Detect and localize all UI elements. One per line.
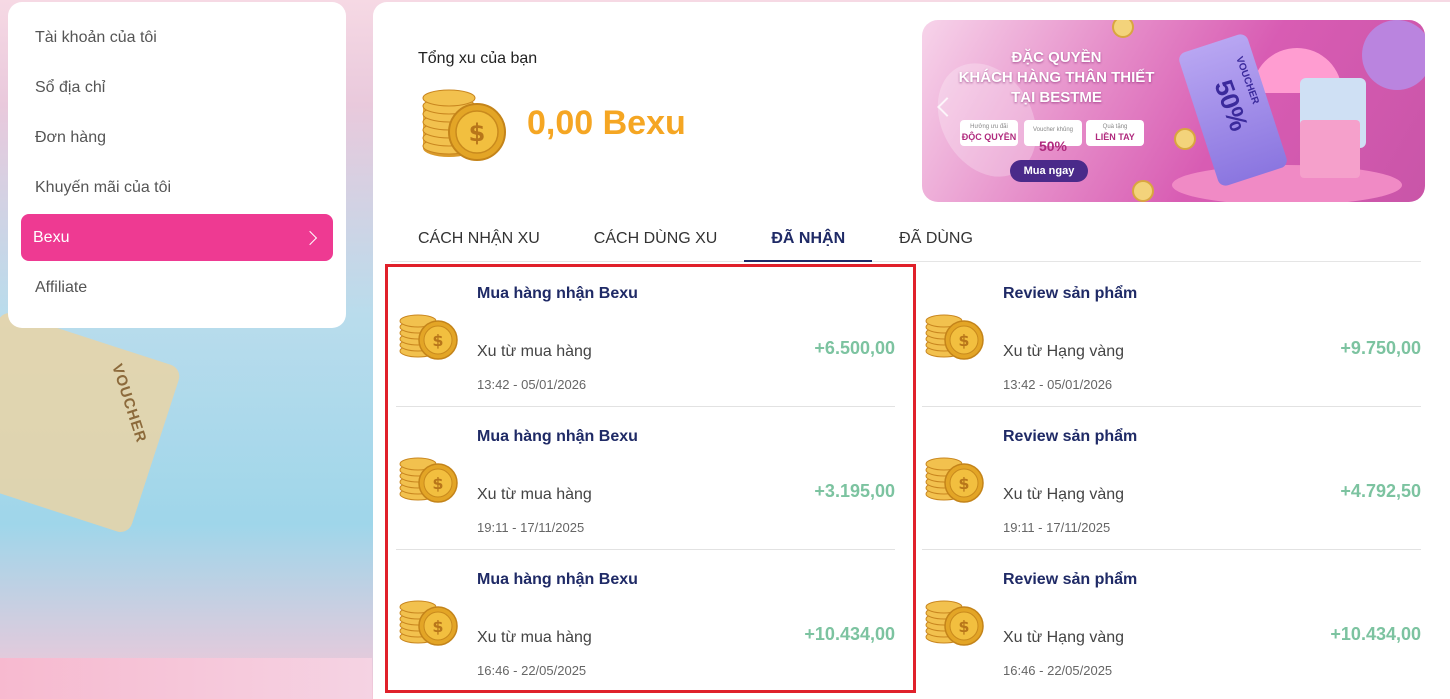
sidebar-item-promotions[interactable]: Khuyến mãi của tôi (21, 164, 333, 211)
history-item-source: Xu từ mua hàng (477, 343, 592, 360)
coin-stack-icon: $ (399, 600, 458, 646)
sidebar-item-label: Tài khoản của tôi (35, 28, 157, 46)
banner-badge-gift: Quà tặng LIỀN TAY (1086, 120, 1144, 146)
svg-text:$: $ (469, 119, 486, 147)
history-item-source: Xu từ Hạng vàng (1003, 486, 1125, 503)
history-item-title: Mua hàng nhận Bexu (477, 428, 638, 445)
main-panel: Tổng xu của bạn $ 0,00 Bexu VOUCHER 50% (373, 2, 1450, 699)
tab-used[interactable]: ĐÃ DÙNG (872, 220, 1000, 262)
history-item-timestamp: 16:46 - 22/05/2025 (477, 663, 587, 678)
history-column-purchases: $ Mua hàng nhận Bexu Xu từ mua hàng 13:4… (396, 264, 895, 693)
history-item: $ Mua hàng nhận Bexu Xu từ mua hàng 16:4… (396, 550, 895, 693)
history-item: $ Mua hàng nhận Bexu Xu từ mua hàng 19:1… (396, 407, 895, 550)
history-item-title: Mua hàng nhận Bexu (477, 571, 638, 588)
history-item-timestamp: 19:11 - 17/11/2025 (1003, 520, 1111, 535)
history-item-title: Mua hàng nhận Bexu (477, 285, 638, 302)
history-item-title: Review sản phẩm (1003, 571, 1138, 588)
background-voucher-decoration (0, 309, 183, 536)
background-strip (0, 658, 372, 699)
banner-headline: ĐẶC QUYỀN KHÁCH HÀNG THÂN THIẾT TẠI BEST… (944, 48, 1169, 108)
history-item: $ Review sản phẩm Xu từ Hạng vàng 13:42 … (922, 264, 1421, 407)
coin-stack-icon: $ (399, 314, 458, 360)
history-item-source: Xu từ Hạng vàng (1003, 343, 1125, 360)
coin-stack-icon: $ (399, 457, 458, 503)
tab-how-to-use[interactable]: CÁCH DÙNG XU (567, 220, 745, 262)
coin-stack-icon: $ (422, 89, 506, 161)
banner-badge-caption: Voucher khủng (1032, 127, 1074, 133)
history-item-timestamp: 19:11 - 17/11/2025 (477, 520, 585, 535)
history-item-amount: +9.750,00 (1340, 338, 1421, 358)
history-column-reviews: $ Review sản phẩm Xu từ Hạng vàng 13:42 … (922, 264, 1421, 693)
history-item: $ Review sản phẩm Xu từ Hạng vàng 19:11 … (922, 407, 1421, 550)
total-coins-label: Tổng xu của bạn (418, 50, 538, 67)
sidebar-item-affiliate[interactable]: Affiliate (21, 264, 333, 311)
history-item-source: Xu từ Hạng vàng (1003, 629, 1125, 646)
coin-icon (1132, 180, 1154, 202)
coin-stack-icon: $ (925, 600, 984, 646)
banner-badge-text: ĐỘC QUYỀN (961, 132, 1017, 142)
svg-text:$: $ (958, 331, 969, 350)
svg-text:$: $ (958, 474, 969, 493)
svg-text:$: $ (432, 331, 443, 350)
banner-ball-decoration (1362, 20, 1425, 90)
bexu-tabs: CÁCH NHẬN XU CÁCH DÙNG XU ĐÃ NHẬN ĐÃ DÙN… (391, 220, 1421, 262)
banner-headline-line: KHÁCH HÀNG THÂN THIẾT (958, 69, 1155, 86)
history-item-amount: +6.500,00 (814, 338, 895, 358)
banner-badge-text: 50% (1038, 138, 1068, 154)
banner-badge-caption: Hưởng ưu đãi (970, 124, 1008, 130)
history-item-title: Review sản phẩm (1003, 428, 1138, 445)
history-item-timestamp: 13:42 - 05/01/2026 (1003, 377, 1113, 392)
history-item-source: Xu từ mua hàng (477, 486, 592, 503)
history-item-title: Review sản phẩm (1003, 285, 1138, 302)
banner-badge-caption: Quà tặng (1102, 124, 1128, 130)
sidebar-item-orders[interactable]: Đơn hàng (21, 114, 333, 161)
sidebar-item-label: Sổ địa chỉ (35, 78, 106, 96)
sidebar-item-label: Đơn hàng (35, 128, 106, 146)
history-item-timestamp: 13:42 - 05/01/2026 (477, 377, 587, 392)
svg-text:$: $ (958, 617, 969, 636)
banner-headline-line: TẠI BESTME (1011, 89, 1102, 106)
banner-podium (1172, 165, 1402, 202)
buy-now-button[interactable]: Mua ngay (1010, 160, 1088, 182)
sidebar-item-address-book[interactable]: Sổ địa chỉ (21, 64, 333, 111)
history-item-amount: +3.195,00 (814, 481, 895, 501)
loyalty-promo-banner[interactable]: VOUCHER 50% ĐẶC QUYỀN KHÁCH HÀNG THÂN TH… (922, 20, 1425, 202)
svg-text:$: $ (432, 617, 443, 636)
banner-gift-decoration (1300, 120, 1360, 178)
history-item-amount: +10.434,00 (804, 624, 895, 644)
banner-badge-text: LIỀN TAY (1095, 132, 1135, 142)
history-item-amount: +10.434,00 (1330, 624, 1421, 644)
sidebar-item-bexu[interactable]: Bexu (21, 214, 333, 261)
sidebar-item-label: Affiliate (35, 278, 88, 296)
svg-text:$: $ (432, 474, 443, 493)
banner-badge-voucher: Voucher khủng 50% (1024, 120, 1082, 154)
account-sidebar: Tài khoản của tôi Sổ địa chỉ Đơn hàng Kh… (8, 2, 346, 328)
total-coins-value: 0,00 Bexu (527, 104, 686, 142)
history-item-amount: +4.792,50 (1340, 481, 1421, 501)
sidebar-item-account[interactable]: Tài khoản của tôi (21, 14, 333, 61)
history-item-source: Xu từ mua hàng (477, 629, 592, 646)
history-item: $ Review sản phẩm Xu từ Hạng vàng 16:46 … (922, 550, 1421, 693)
sidebar-item-label: Bexu (33, 228, 70, 246)
coin-icon (1174, 128, 1196, 150)
sidebar-item-label: Khuyến mãi của tôi (35, 178, 172, 196)
tab-received[interactable]: ĐÃ NHẬN (744, 220, 873, 262)
history-item-timestamp: 16:46 - 22/05/2025 (1003, 663, 1113, 678)
tab-how-to-earn[interactable]: CÁCH NHẬN XU (391, 220, 567, 262)
coin-stack-icon: $ (925, 457, 984, 503)
banner-headline-line: ĐẶC QUYỀN (1011, 49, 1102, 66)
banner-badge-exclusive: Hưởng ưu đãi ĐỘC QUYỀN (960, 120, 1018, 146)
chevron-right-icon (302, 230, 318, 245)
coin-icon (1112, 20, 1134, 38)
history-item: $ Mua hàng nhận Bexu Xu từ mua hàng 13:4… (396, 264, 895, 407)
coin-stack-icon: $ (925, 314, 984, 360)
